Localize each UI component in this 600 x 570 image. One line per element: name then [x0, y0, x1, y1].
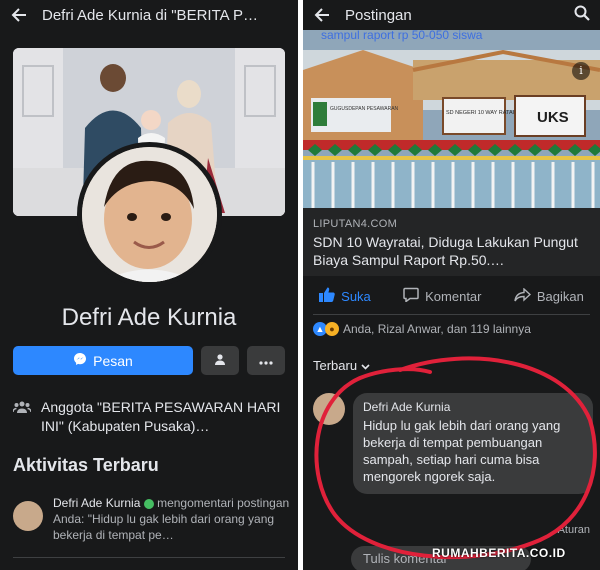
messenger-icon: [73, 352, 87, 369]
avatar: [13, 501, 43, 531]
rules-link[interactable]: Aturan: [558, 524, 590, 536]
group-membership-text: Anggota "BERITA PESAWARAN HARI INI" (Kab…: [41, 399, 281, 434]
comment-body: Hidup lu gak lebih dari orang yang beker…: [363, 418, 561, 484]
more-icon: [259, 352, 273, 370]
search-icon[interactable]: [574, 5, 590, 26]
avatar[interactable]: [313, 393, 345, 425]
sign-right-text: UKS: [537, 109, 569, 126]
profile-panel: Defri Ade Kurnia di "BERITA P… Defri Ade…: [0, 0, 298, 570]
profile-actions: Pesan: [13, 346, 285, 375]
link-preview[interactable]: LIPUTAN4.COM SDN 10 Wayratai, Diduga Lak…: [303, 208, 600, 276]
post-topbar-title: Postingan: [345, 6, 412, 24]
comment-bubble[interactable]: Defri Ade Kurnia Hidup lu gak lebih dari…: [353, 393, 593, 494]
comment-sort[interactable]: Terbaru: [313, 358, 370, 373]
group-icon: [12, 398, 32, 436]
more-button[interactable]: [247, 346, 285, 375]
link-title: SDN 10 Wayratai, Diduga Lakukan Pungut B…: [313, 234, 578, 268]
comment-label: Komentar: [425, 288, 482, 304]
message-button-label: Pesan: [93, 352, 133, 369]
friend-button[interactable]: [201, 346, 239, 375]
recent-activity-title: Aktivitas Terbaru: [13, 455, 159, 475]
like-button[interactable]: Suka: [319, 287, 371, 305]
back-arrow-icon[interactable]: [313, 6, 331, 24]
activity-item[interactable]: Defri Ade Kurnia mengomentari postingan …: [13, 495, 291, 543]
share-icon: [514, 286, 531, 305]
profile-name: Defri Ade Kurnia: [61, 304, 237, 331]
sort-label: Terbaru: [313, 358, 358, 373]
wow-reaction-icon: ●: [325, 322, 339, 336]
post-photo[interactable]: GUGUSDEPAN PESAWARAN SD NEGERI 10 WAY RA…: [303, 30, 600, 208]
chevron-down-icon: [361, 358, 370, 373]
back-arrow-icon[interactable]: [10, 6, 28, 24]
divider: [13, 557, 285, 558]
watermark: RUMAHBERITA.CO.ID: [432, 546, 566, 560]
message-button[interactable]: Pesan: [13, 346, 193, 375]
sign-mid-text: SD NEGERI 10 WAY RATAI: [446, 110, 515, 116]
online-status-icon: [143, 498, 154, 509]
info-icon[interactable]: i: [572, 62, 590, 80]
share-button[interactable]: Bagikan: [514, 286, 584, 305]
group-membership[interactable]: Anggota "BERITA PESAWARAN HARI INI" (Kab…: [12, 398, 288, 436]
post-actions: Suka Komentar Bagikan: [303, 282, 600, 310]
comment-author[interactable]: Defri Ade Kurnia: [363, 400, 583, 414]
comment-button[interactable]: Komentar: [403, 287, 482, 305]
profile-topbar: Defri Ade Kurnia di "BERITA P…: [0, 0, 298, 30]
like-icon: [319, 287, 335, 305]
comment-icon: [403, 287, 419, 305]
link-source: LIPUTAN4.COM: [313, 218, 398, 230]
sign-left-text: GUGUSDEPAN PESAWARAN: [330, 106, 399, 112]
post-panel: Postingan GUGUSDEPAN PESAWARAN SD NEGERI…: [303, 0, 600, 570]
activity-name: Defri Ade Kurnia: [53, 496, 141, 510]
photo-caption: sampul raport rp 50-050 siswa: [321, 30, 483, 42]
reactions-text: Anda, Rizal Anwar, dan 119 lainnya: [343, 322, 531, 336]
share-label: Bagikan: [536, 288, 584, 304]
profile-picture[interactable]: [77, 142, 222, 287]
profile-topbar-title: Defri Ade Kurnia di "BERITA P…: [42, 6, 258, 24]
reactions-summary[interactable]: ▲ ● Anda, Rizal Anwar, dan 119 lainnya: [313, 322, 531, 336]
comment-item: Defri Ade Kurnia Hidup lu gak lebih dari…: [313, 393, 593, 494]
person-icon: [214, 352, 226, 370]
post-topbar: Postingan: [303, 0, 600, 30]
divider: [313, 314, 590, 315]
like-label: Suka: [341, 288, 371, 304]
